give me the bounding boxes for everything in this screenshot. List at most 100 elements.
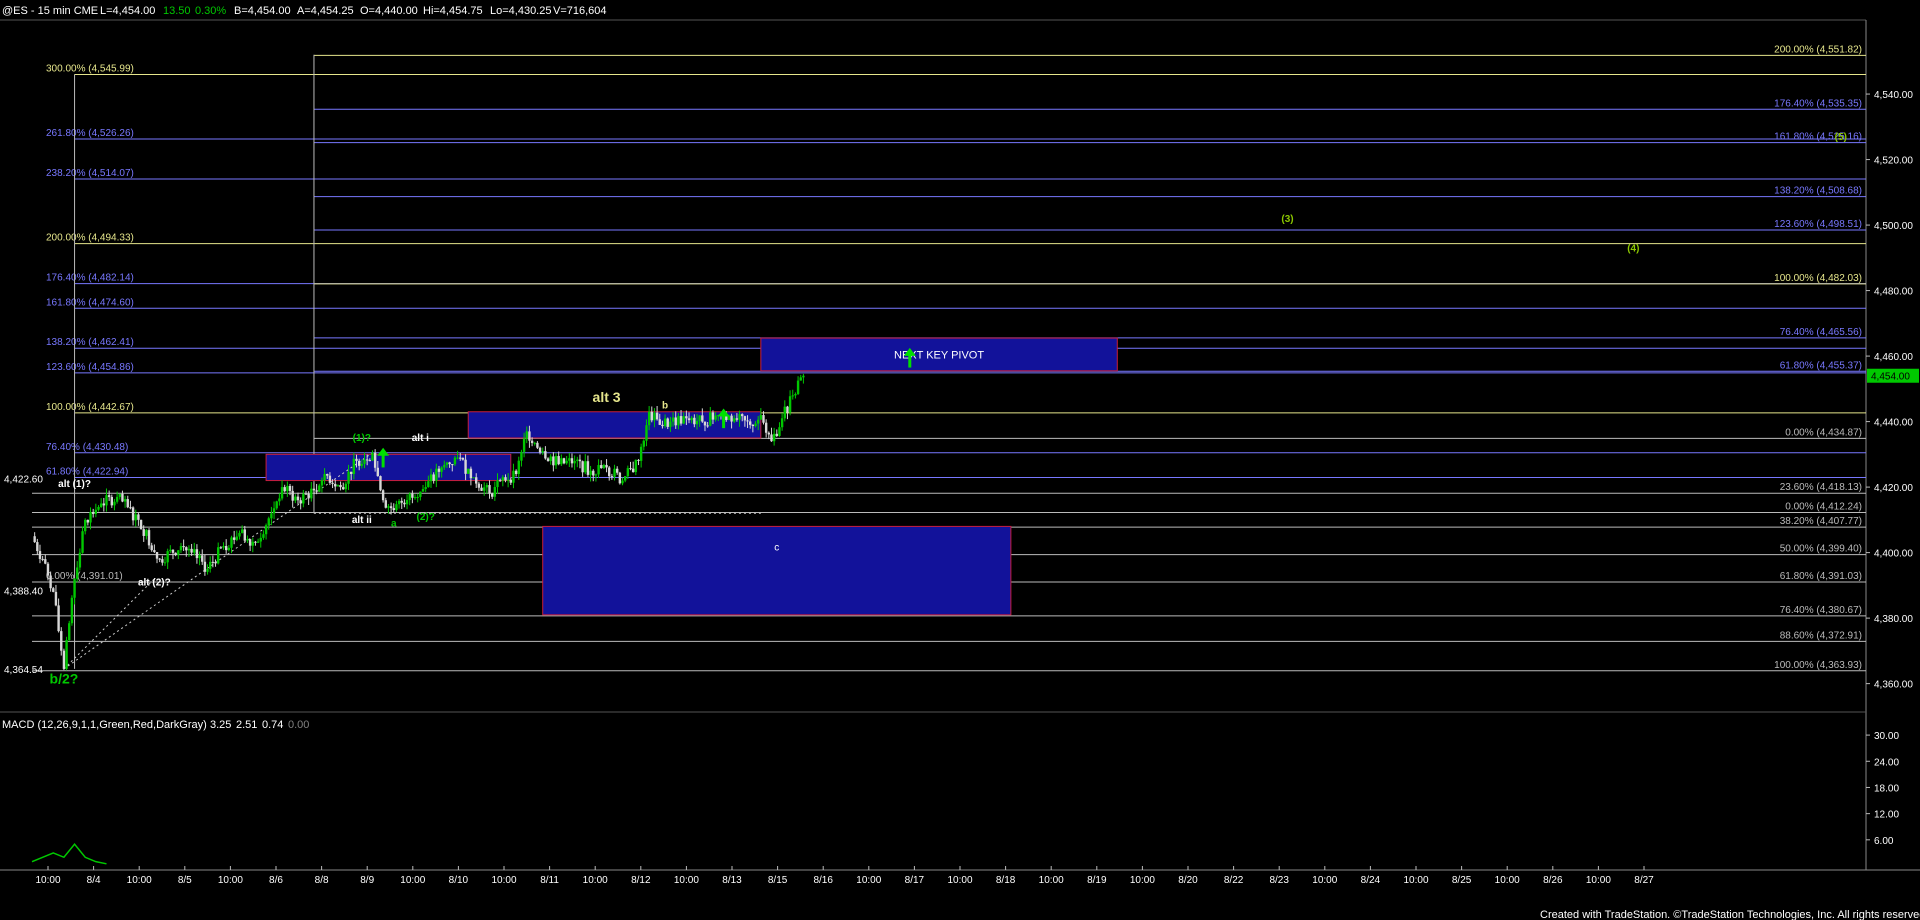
candle-body bbox=[419, 491, 422, 497]
candle-body bbox=[326, 474, 329, 476]
fib-retrace-label: 100.00% (4,363.93) bbox=[1774, 660, 1862, 671]
candle-body bbox=[618, 472, 622, 484]
candle-body bbox=[81, 531, 84, 553]
candle-body bbox=[530, 440, 534, 444]
candle-body bbox=[171, 549, 175, 553]
candle-body bbox=[190, 548, 193, 553]
time-tick-label: 8/25 bbox=[1452, 875, 1472, 886]
candle-body bbox=[488, 485, 491, 494]
candle-body bbox=[209, 561, 212, 569]
candle-body bbox=[381, 490, 385, 501]
time-tick-label: 8/4 bbox=[87, 875, 101, 886]
pivot-box bbox=[265, 453, 512, 482]
candle-body bbox=[541, 451, 544, 453]
macd-diff-value: 0.74 bbox=[262, 719, 283, 731]
candle-body bbox=[84, 519, 87, 532]
candle-body bbox=[573, 460, 576, 464]
candle-body bbox=[206, 568, 209, 572]
candle-body bbox=[373, 452, 377, 468]
fib-right-label: 161.80% (4,525.16) bbox=[1774, 132, 1862, 143]
candle-body bbox=[802, 375, 805, 378]
candle-body bbox=[701, 415, 704, 422]
time-tick-label: 10:00 bbox=[1312, 875, 1337, 886]
fib-left-label: 238.20% (4,514.07) bbox=[46, 168, 134, 179]
candle-body bbox=[376, 467, 379, 477]
candle-body bbox=[770, 434, 773, 442]
candle-body bbox=[496, 480, 499, 488]
candle-body bbox=[658, 419, 661, 425]
fib-right-label: 123.60% (4,498.51) bbox=[1774, 219, 1862, 230]
fib-left-label: 261.80% (4,526.26) bbox=[46, 128, 134, 139]
candle-body bbox=[693, 417, 696, 425]
candle-body bbox=[605, 464, 608, 468]
candle-body bbox=[256, 541, 260, 543]
macd-tick-label: 18.00 bbox=[1874, 783, 1899, 794]
candle-body bbox=[134, 514, 137, 521]
fib-right-label: 0.00% (4,434.87) bbox=[1785, 427, 1862, 438]
low-value: Lo=4,430.25 bbox=[490, 5, 551, 17]
candle-body bbox=[655, 412, 659, 420]
symbol-label: @ES - 15 min CME bbox=[2, 5, 98, 17]
candle-body bbox=[105, 495, 108, 506]
price-tick-label: 4,480.00 bbox=[1874, 287, 1913, 298]
candle-body bbox=[334, 483, 337, 487]
candle-body bbox=[435, 468, 438, 481]
time-tick-label: 8/24 bbox=[1361, 875, 1381, 886]
price-tick-label: 4,400.00 bbox=[1874, 549, 1913, 560]
candle-body bbox=[594, 474, 598, 476]
change-value: 13.50 bbox=[163, 5, 191, 17]
candle-body bbox=[554, 456, 558, 466]
candle-body bbox=[679, 416, 683, 424]
candle-body bbox=[477, 483, 481, 488]
candle-body bbox=[272, 508, 276, 514]
candle-body bbox=[384, 500, 387, 508]
candle-body bbox=[472, 477, 475, 479]
candle-body bbox=[161, 559, 164, 563]
candle-body bbox=[703, 421, 707, 426]
time-tick-label: 10:00 bbox=[491, 875, 516, 886]
candle-body bbox=[780, 418, 784, 428]
candle-body bbox=[182, 546, 185, 548]
candle-body bbox=[520, 451, 523, 461]
candle-body bbox=[185, 547, 188, 551]
candle-body bbox=[179, 546, 183, 551]
candle-body bbox=[342, 487, 345, 490]
candle-body bbox=[262, 534, 265, 538]
pivot-box bbox=[542, 525, 1012, 616]
header-bar: @ES - 15 min CME L=4,454.00 13.50 0.30% … bbox=[2, 5, 607, 17]
macd-tick-label: 24.00 bbox=[1874, 757, 1899, 768]
candle-body bbox=[448, 462, 451, 465]
candle-body bbox=[623, 476, 627, 481]
candle-body bbox=[222, 546, 225, 548]
candle-body bbox=[711, 412, 715, 420]
candle-body bbox=[294, 496, 297, 501]
candle-body bbox=[706, 425, 709, 427]
candle-body bbox=[387, 506, 390, 508]
macd-signal-value: 2.51 bbox=[236, 719, 257, 731]
fib-retrace-label: 38.20% (4,407.77) bbox=[1780, 516, 1862, 527]
wave-label: a bbox=[391, 518, 397, 529]
candle-body bbox=[339, 485, 342, 488]
candle-body bbox=[368, 460, 372, 462]
price-tick-label: 4,460.00 bbox=[1874, 352, 1913, 363]
candle-body bbox=[461, 457, 465, 460]
wave-label: alt i bbox=[412, 433, 429, 444]
candle-body bbox=[169, 549, 172, 552]
candle-body bbox=[36, 542, 39, 552]
candle-body bbox=[424, 487, 427, 489]
candle-body bbox=[730, 415, 733, 422]
time-tick-label: 8/13 bbox=[722, 875, 742, 886]
candle-body bbox=[62, 650, 66, 669]
candle-body bbox=[166, 551, 169, 563]
candle-body bbox=[350, 471, 353, 474]
candle-body bbox=[52, 588, 55, 592]
candle-body bbox=[490, 493, 494, 497]
candle-body bbox=[323, 474, 326, 481]
time-tick-label: 10:00 bbox=[127, 875, 152, 886]
candle-body bbox=[251, 541, 254, 546]
candle-body bbox=[118, 493, 121, 497]
candle-body bbox=[57, 605, 60, 632]
candle-body bbox=[352, 458, 356, 474]
candle-body bbox=[584, 461, 587, 473]
candle-body bbox=[123, 499, 127, 502]
